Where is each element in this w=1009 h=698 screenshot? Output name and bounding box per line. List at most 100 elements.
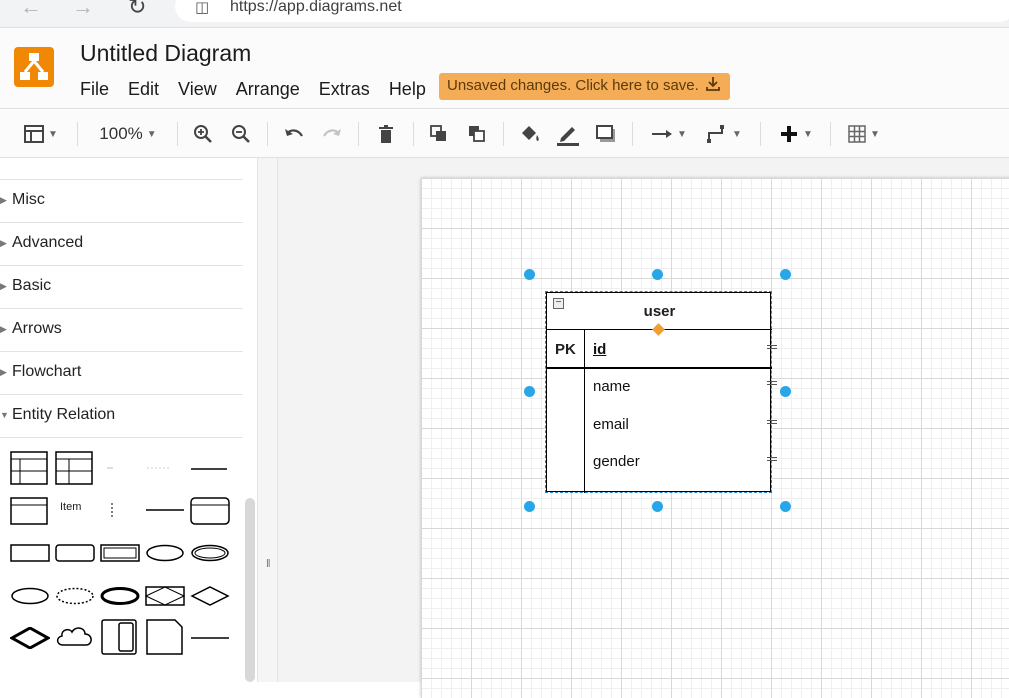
toolbar-separator bbox=[760, 122, 761, 146]
resize-handle-se[interactable] bbox=[780, 501, 791, 512]
er-row-shape[interactable] bbox=[143, 463, 173, 473]
er-entity-shape[interactable] bbox=[10, 497, 48, 525]
sidebar-section-misc[interactable]: ▶ Misc bbox=[0, 180, 243, 223]
sidebar-scrollbar[interactable] bbox=[245, 498, 255, 682]
er-attribute-ellipse-shape[interactable] bbox=[145, 544, 185, 562]
er-table-shape[interactable] bbox=[55, 451, 93, 485]
row-handle[interactable] bbox=[767, 381, 777, 385]
er-attribute-shape[interactable] bbox=[108, 501, 128, 521]
redo-icon[interactable] bbox=[321, 122, 343, 146]
sidebar-section-advanced[interactable]: ▶ Advanced bbox=[0, 223, 243, 266]
er-rounded-table-shape[interactable] bbox=[190, 497, 230, 525]
toolbar-separator bbox=[177, 122, 178, 146]
collapsed-arrow-icon: ▶ bbox=[0, 324, 7, 334]
resize-handle-sw[interactable] bbox=[524, 501, 535, 512]
save-notice-text: Unsaved changes. Click here to save. bbox=[447, 77, 699, 94]
unsaved-changes-button[interactable]: Unsaved changes. Click here to save. bbox=[439, 73, 730, 100]
menu-extras[interactable]: Extras bbox=[319, 79, 370, 100]
er-associative-entity-shape[interactable] bbox=[145, 586, 185, 606]
menu-file[interactable]: File bbox=[80, 79, 109, 100]
toolbar-separator bbox=[267, 122, 268, 146]
shape-sidebar: ▶ Misc ▶ Advanced ▶ Basic ▶ Arrows ▶ Flo… bbox=[0, 158, 258, 682]
toolbar-separator bbox=[358, 122, 359, 146]
row-handle[interactable] bbox=[767, 420, 777, 424]
row-handle[interactable] bbox=[767, 345, 777, 349]
shadow-icon[interactable] bbox=[595, 122, 617, 146]
address-bar[interactable]: ◫ https://app.diagrams.net bbox=[175, 0, 1009, 22]
section-label: Advanced bbox=[12, 234, 84, 251]
resize-handle-e[interactable] bbox=[780, 386, 791, 397]
er-row-shape[interactable] bbox=[103, 463, 123, 473]
er-note-shape[interactable] bbox=[145, 619, 185, 655]
er-entity-shape[interactable] bbox=[10, 544, 50, 562]
er-line-shape[interactable] bbox=[190, 463, 228, 473]
er-derived-attribute-shape[interactable] bbox=[55, 587, 95, 605]
zoom-level: 100% bbox=[99, 124, 143, 143]
er-weak-entity-shape[interactable] bbox=[100, 544, 140, 562]
field-id[interactable]: id bbox=[593, 341, 606, 358]
delete-icon[interactable] bbox=[376, 122, 396, 146]
document-title[interactable]: Untitled Diagram bbox=[80, 40, 251, 67]
er-rounded-entity-shape[interactable] bbox=[55, 544, 95, 562]
zoom-out-icon[interactable] bbox=[230, 122, 252, 146]
field-gender[interactable]: gender bbox=[593, 453, 640, 470]
field-email[interactable]: email bbox=[593, 416, 629, 433]
waypoints-icon[interactable]: ▼ bbox=[703, 122, 745, 146]
zoom-in-icon[interactable] bbox=[192, 122, 214, 146]
er-key-attribute-shape[interactable] bbox=[100, 587, 140, 605]
er-attribute-ellipse-shape[interactable] bbox=[10, 587, 50, 605]
format-panel-icon[interactable]: ▼ bbox=[20, 122, 62, 146]
er-relationship-shape[interactable] bbox=[190, 586, 230, 606]
selection-outline bbox=[545, 291, 772, 493]
entity-relation-shapes: Item bbox=[0, 439, 243, 682]
key-divider bbox=[547, 367, 772, 369]
er-line-shape[interactable] bbox=[190, 635, 230, 641]
resize-diamond-handle[interactable] bbox=[652, 323, 665, 336]
fill-color-icon[interactable] bbox=[518, 122, 542, 146]
er-line-shape[interactable] bbox=[145, 507, 185, 513]
zoom-dropdown[interactable]: 100% ▼ bbox=[94, 122, 162, 146]
menu-help[interactable]: Help bbox=[389, 79, 426, 100]
sidebar-section-flowchart[interactable]: ▶ Flowchart bbox=[0, 352, 243, 395]
to-back-icon[interactable] bbox=[466, 122, 488, 146]
resize-handle-ne[interactable] bbox=[780, 269, 791, 280]
menu-arrange[interactable]: Arrange bbox=[236, 79, 300, 100]
resize-handle-s[interactable] bbox=[652, 501, 663, 512]
insert-icon[interactable]: ▼ bbox=[775, 122, 817, 146]
resize-handle-nw[interactable] bbox=[524, 269, 535, 280]
menu-edit[interactable]: Edit bbox=[128, 79, 159, 100]
line-color-icon[interactable] bbox=[555, 122, 581, 146]
section-label: Flowchart bbox=[12, 363, 82, 380]
browser-toolbar: ← → ↻ ◫ https://app.diagrams.net bbox=[0, 0, 1009, 28]
entity-title[interactable]: user bbox=[547, 303, 772, 320]
table-icon[interactable]: ▼ bbox=[844, 122, 884, 146]
er-identifying-relationship-shape[interactable] bbox=[10, 627, 50, 649]
to-front-icon[interactable] bbox=[428, 122, 450, 146]
toolbar-separator bbox=[830, 122, 831, 146]
entity-table[interactable]: − user PK id name email gender bbox=[545, 291, 777, 493]
app-header: Untitled Diagram File Edit View Arrange … bbox=[0, 29, 1009, 109]
site-info-icon[interactable]: ◫ bbox=[195, 0, 209, 16]
row-handle[interactable] bbox=[767, 457, 777, 461]
er-item-shape[interactable]: Item bbox=[60, 501, 81, 513]
collapsed-arrow-icon: ▶ bbox=[0, 367, 7, 377]
back-icon[interactable]: ← bbox=[20, 0, 42, 20]
menu-bar: File Edit View Arrange Extras Help bbox=[80, 79, 445, 100]
er-multivalued-attribute-shape[interactable] bbox=[190, 544, 230, 562]
er-container-shape[interactable] bbox=[100, 619, 140, 655]
menu-view[interactable]: View bbox=[178, 79, 217, 100]
connection-icon[interactable]: ▼ bbox=[648, 122, 690, 146]
resize-handle-n[interactable] bbox=[652, 269, 663, 280]
url-text: https://app.diagrams.net bbox=[230, 0, 402, 15]
sidebar-section-basic[interactable]: ▶ Basic bbox=[0, 266, 243, 309]
resize-handle-w[interactable] bbox=[524, 386, 535, 397]
field-name[interactable]: name bbox=[593, 378, 631, 395]
er-cloud-shape[interactable] bbox=[55, 625, 95, 651]
reload-icon[interactable]: ↻ bbox=[128, 0, 146, 20]
er-table-shape[interactable] bbox=[10, 451, 48, 485]
sidebar-resize-handle[interactable]: ‖ bbox=[258, 158, 278, 682]
undo-icon[interactable] bbox=[283, 122, 305, 146]
sidebar-section-entity-relation[interactable]: ▼ Entity Relation bbox=[0, 395, 243, 438]
sidebar-section-arrows[interactable]: ▶ Arrows bbox=[0, 309, 243, 352]
forward-icon[interactable]: → bbox=[72, 0, 94, 20]
